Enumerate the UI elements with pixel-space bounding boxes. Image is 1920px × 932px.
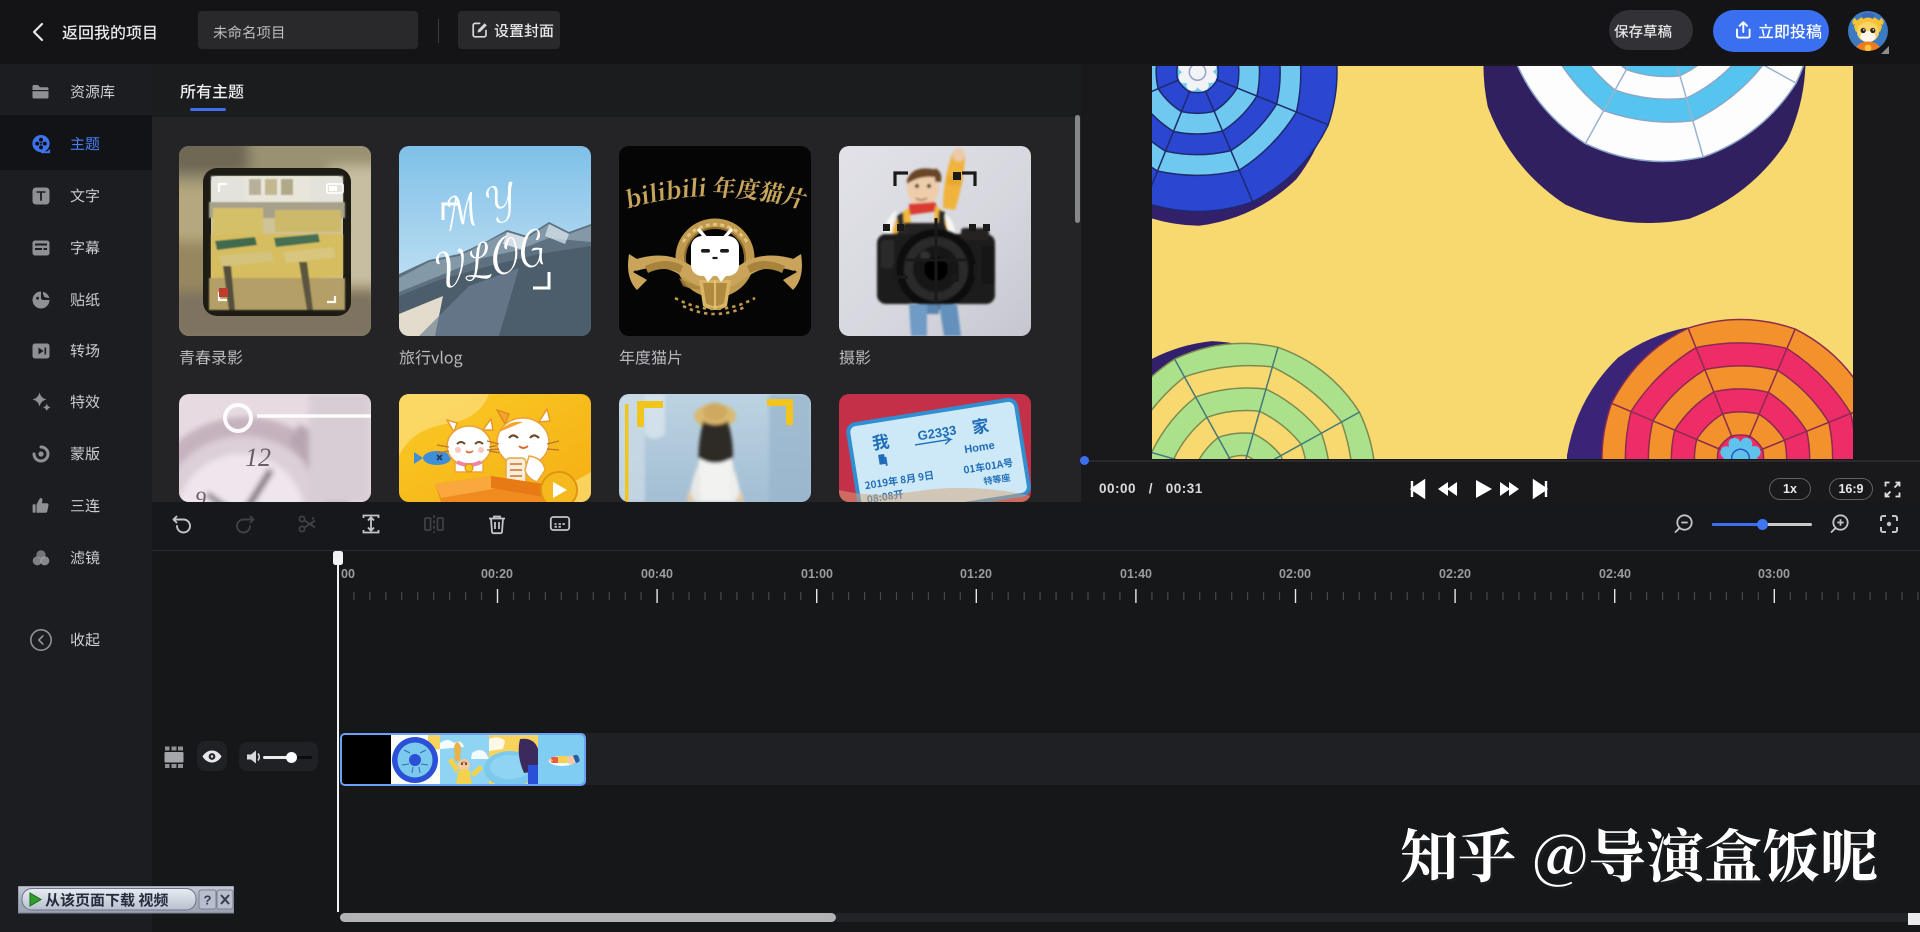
svg-text:?: ? (204, 893, 212, 908)
svg-text:9: 9 (195, 486, 206, 502)
svg-text:12: 12 (245, 443, 271, 472)
